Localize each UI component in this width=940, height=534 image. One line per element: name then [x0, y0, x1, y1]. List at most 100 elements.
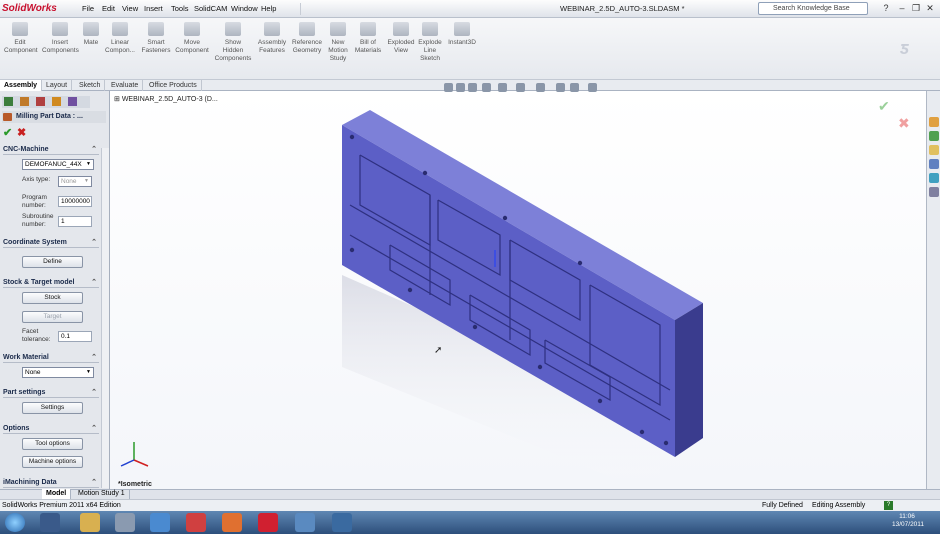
subroutine-number-input[interactable]: 1: [58, 216, 92, 227]
appearances-icon[interactable]: [929, 173, 939, 183]
media-player-icon[interactable]: [40, 513, 60, 532]
tab-model[interactable]: Model: [42, 489, 72, 499]
view-orientation-icon[interactable]: [498, 83, 507, 92]
menu-file[interactable]: File: [82, 4, 94, 13]
collapse-icon[interactable]: ⌃: [91, 278, 97, 288]
apply-scene-icon[interactable]: [570, 83, 579, 92]
hide-show-icon[interactable]: [536, 83, 545, 92]
design-library-icon[interactable]: [929, 131, 939, 141]
help-icon[interactable]: ?: [880, 2, 892, 14]
tool-options-button[interactable]: Tool options: [22, 438, 83, 450]
zoom-area-icon[interactable]: [456, 83, 465, 92]
previous-view-icon[interactable]: [468, 83, 477, 92]
insert-components-button[interactable]: Insert Components: [42, 22, 79, 55]
view-settings-icon[interactable]: [588, 83, 597, 92]
clock[interactable]: 11:06 13/07/2011: [892, 513, 924, 529]
edit-appearance-icon[interactable]: [556, 83, 565, 92]
display-style-icon[interactable]: [516, 83, 525, 92]
part-model[interactable]: [330, 105, 715, 495]
machine-options-button[interactable]: Machine options: [22, 456, 83, 468]
stock-button[interactable]: Stock: [22, 292, 83, 304]
cancel-corner-icon[interactable]: ✖: [898, 115, 910, 132]
solidcam-manager-icon[interactable]: [68, 97, 77, 106]
machine-select[interactable]: DEMOFANUC_44X ▼: [22, 159, 94, 170]
material-select[interactable]: None ▼: [22, 367, 94, 378]
section-imachining[interactable]: iMachining Data ⌃: [3, 478, 99, 488]
section-part-settings[interactable]: Part settings ⌃: [3, 388, 99, 398]
assembly-features-button[interactable]: Assembly Features: [256, 22, 288, 55]
smart-fasteners-button[interactable]: Smart Fasteners: [140, 22, 172, 55]
custom-properties-icon[interactable]: [929, 187, 939, 197]
close-button[interactable]: ✕: [924, 2, 936, 14]
menu-tools[interactable]: Tools: [171, 4, 189, 13]
section-work-material[interactable]: Work Material ⌃: [3, 353, 99, 363]
firefox-icon[interactable]: [222, 513, 242, 532]
dimxpert-icon[interactable]: [52, 97, 61, 106]
move-component-button[interactable]: Move Component: [174, 22, 210, 55]
program-number-input[interactable]: 10000000: [58, 196, 92, 207]
exploded-view-button[interactable]: Exploded View: [386, 22, 416, 55]
axis-type-select[interactable]: None ▼: [58, 176, 92, 187]
bill-of-materials-button[interactable]: Bill of Materials: [354, 22, 382, 55]
mate-button[interactable]: Mate: [82, 22, 100, 47]
show-hidden-components-button[interactable]: Show Hidden Components: [214, 22, 252, 63]
reference-geometry-button[interactable]: Reference Geometry: [290, 22, 324, 55]
feature-manager-icon[interactable]: [4, 97, 13, 106]
tab-office-products[interactable]: Office Products: [145, 80, 202, 91]
menu-solidcam[interactable]: SolidCAM: [194, 4, 227, 13]
explorer-icon[interactable]: [80, 513, 100, 532]
collapse-icon[interactable]: ⌃: [91, 353, 97, 363]
collapse-icon[interactable]: ⌃: [91, 145, 97, 155]
system-tray[interactable]: [842, 518, 887, 528]
collapse-icon[interactable]: ⌃: [91, 238, 97, 248]
target-button[interactable]: Target: [22, 311, 83, 323]
tree-root[interactable]: ⊞ WEBINAR_2.5D_AUTO-3 (D...: [114, 95, 218, 103]
config-manager-icon[interactable]: [36, 97, 45, 106]
zoom-to-fit-icon[interactable]: [444, 83, 453, 92]
snipping-tool-icon[interactable]: [115, 513, 135, 532]
section-options[interactable]: Options ⌃: [3, 424, 99, 434]
camtasia-icon[interactable]: [295, 513, 315, 532]
expand-icon[interactable]: ⊞: [114, 96, 122, 103]
start-button[interactable]: [5, 513, 25, 532]
menu-window[interactable]: Window: [231, 4, 258, 13]
section-view-icon[interactable]: [482, 83, 491, 92]
define-button[interactable]: Define: [22, 256, 83, 268]
tab-assembly[interactable]: Assembly: [0, 80, 43, 91]
tab-sketch[interactable]: Sketch: [75, 80, 106, 91]
property-manager-icon[interactable]: [20, 97, 29, 106]
ccleaner-icon[interactable]: [186, 513, 206, 532]
section-coordinate-system[interactable]: Coordinate System ⌃: [3, 238, 99, 248]
confirm-corner-icon[interactable]: ✔: [878, 98, 890, 115]
quick-access-toolbar[interactable]: [300, 3, 420, 15]
collapse-icon[interactable]: ⌃: [91, 388, 97, 398]
facet-tolerance-input[interactable]: 0.1: [58, 331, 92, 342]
tab-layout[interactable]: Layout: [42, 80, 73, 91]
tab-motion-study[interactable]: Motion Study 1: [74, 489, 130, 499]
settings-button[interactable]: Settings: [22, 402, 83, 414]
file-explorer-icon[interactable]: [929, 145, 939, 155]
app-taskbar-icon[interactable]: [332, 513, 352, 532]
restore-button[interactable]: ❐: [910, 2, 922, 14]
collapse-icon[interactable]: ⌃: [91, 424, 97, 434]
collapse-icon[interactable]: ⌃: [91, 478, 97, 488]
search-input[interactable]: Search Knowledge Base: [758, 2, 868, 15]
internet-explorer-icon[interactable]: [150, 513, 170, 532]
tab-evaluate[interactable]: Evaluate: [107, 80, 144, 91]
section-stock-target[interactable]: Stock & Target model ⌃: [3, 278, 99, 288]
home-icon[interactable]: [929, 117, 939, 127]
menu-edit[interactable]: Edit: [102, 4, 115, 13]
menu-help[interactable]: Help: [261, 4, 276, 13]
instant3d-button[interactable]: Instant3D: [446, 22, 478, 47]
view-palette-icon[interactable]: [929, 159, 939, 169]
solidworks-taskbar-icon[interactable]: [258, 513, 278, 532]
panel-scrollbar[interactable]: [101, 148, 109, 488]
edit-component-button[interactable]: Edit Component: [4, 22, 38, 55]
help-status-icon[interactable]: ?: [884, 501, 893, 510]
minimize-button[interactable]: –: [896, 2, 908, 14]
cancel-icon[interactable]: ✖: [17, 126, 26, 139]
linear-component-pattern-button[interactable]: Linear Compon...: [104, 22, 136, 55]
explode-line-sketch-button[interactable]: Explode Line Sketch: [418, 22, 442, 63]
menu-view[interactable]: View: [122, 4, 138, 13]
new-motion-study-button[interactable]: New Motion Study: [326, 22, 350, 63]
